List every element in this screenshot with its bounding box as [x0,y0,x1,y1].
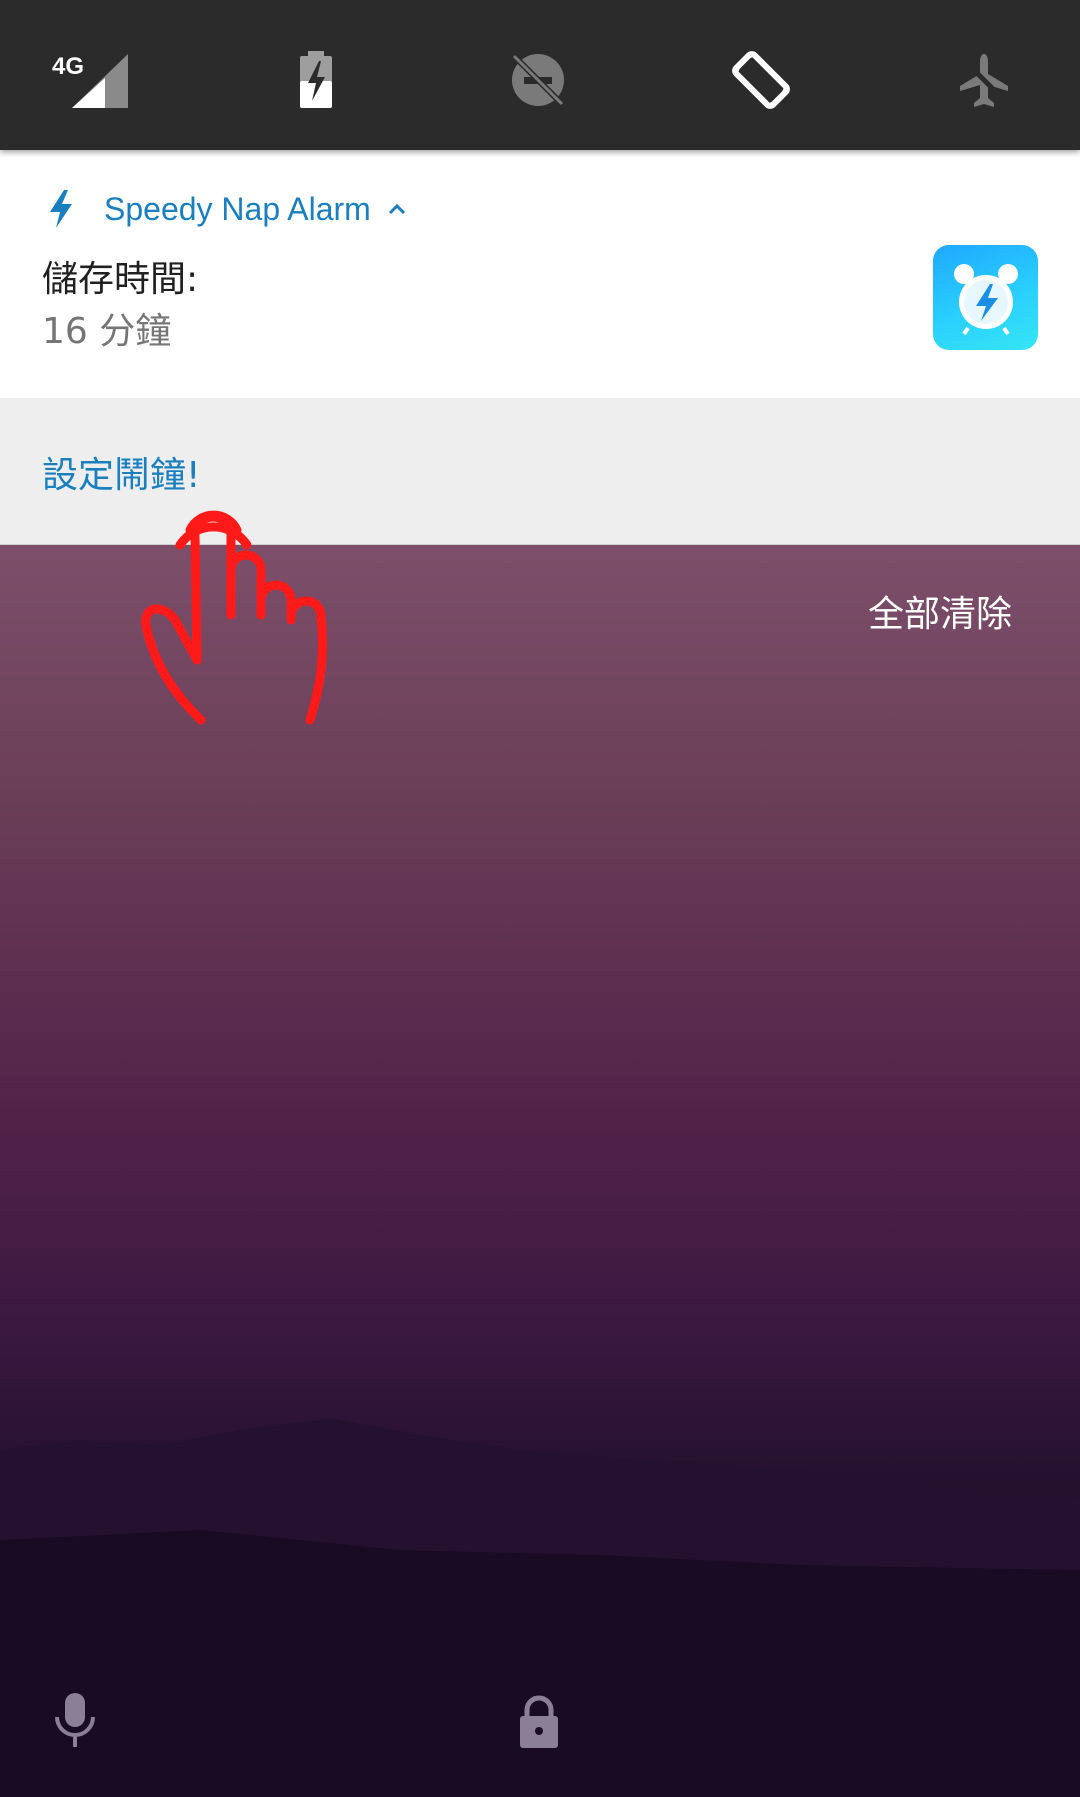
alarm-clock-icon [953,263,1018,335]
tile-auto-rotate[interactable] [721,45,801,115]
tile-battery[interactable] [276,45,356,115]
dnd-off-icon [511,53,565,107]
clear-all-button[interactable]: 全部清除 [868,585,1012,637]
auto-rotate-icon [732,51,790,109]
lock-button[interactable] [514,1693,564,1751]
lightning-icon [50,190,72,228]
tile-mobile-data[interactable]: 4G [50,45,130,115]
app-icon [933,245,1038,350]
notification-header: Speedy Nap Alarm [48,190,407,228]
chevron-up-icon[interactable] [387,202,407,216]
airplane-icon [960,54,1008,107]
notification-text: 16 分鐘 [42,311,172,352]
notification-title: 儲存時間: [42,259,199,300]
tile-airplane-mode[interactable] [944,45,1024,115]
signal-icon: 4G [52,53,128,108]
network-type-label: 4G [52,53,84,80]
mic-icon [55,1693,95,1747]
tile-do-not-disturb[interactable] [498,45,578,115]
notification-card[interactable]: Speedy Nap Alarm 儲存時間: 16 分鐘 [0,150,1080,398]
quick-settings-bar: 4G [0,0,1080,150]
tap-gesture-hand-icon [141,510,328,725]
battery-charging-icon [300,51,332,108]
notification-app-name: Speedy Nap Alarm [104,190,371,227]
lock-icon [520,1695,558,1748]
voice-assist-button[interactable] [50,1690,100,1750]
